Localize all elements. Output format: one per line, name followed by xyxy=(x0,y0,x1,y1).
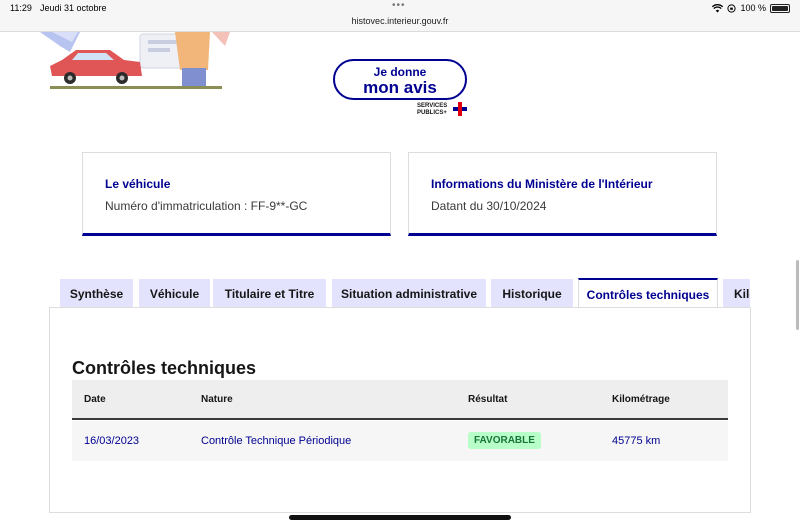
tab-kilometrage[interactable]: Kilométrage xyxy=(723,279,750,308)
rotation-lock-icon xyxy=(727,3,737,13)
logo-line1: SERVICES xyxy=(417,103,448,109)
home-indicator[interactable] xyxy=(289,515,511,520)
tab-vehicule[interactable]: Véhicule xyxy=(139,279,210,308)
vehicle-card: Le véhicule Numéro d'immatriculation : F… xyxy=(82,152,391,236)
table-row: 16/03/2023 Contrôle Technique Périodique… xyxy=(72,421,728,461)
status-indicators: 100 % xyxy=(712,3,790,13)
battery-percent: 100 % xyxy=(740,3,766,13)
ministry-card-title: Informations du Ministère de l'Intérieur xyxy=(431,177,653,191)
status-bar: 11:29 Jeudi 31 octobre ••• histovec.inte… xyxy=(0,0,800,32)
vehicle-card-title: Le véhicule xyxy=(105,177,171,191)
header-resultat: Résultat xyxy=(468,394,508,405)
ministry-date: Datant du 30/10/2024 xyxy=(431,199,547,213)
tab-controles-techniques[interactable]: Contrôles techniques xyxy=(578,278,718,308)
battery-icon xyxy=(770,3,790,13)
wifi-icon xyxy=(712,3,724,12)
feedback-line2: mon avis xyxy=(363,78,437,97)
car-illustration xyxy=(40,32,230,89)
services-publics-cross-icon xyxy=(453,102,467,116)
services-publics-logo: SERVICES PUBLICS+ xyxy=(417,103,447,117)
multitask-dots-icon[interactable]: ••• xyxy=(392,0,406,11)
vehicle-registration: Numéro d'immatriculation : FF-9**-GC xyxy=(105,199,308,213)
tab-titulaire[interactable]: Titulaire et Titre xyxy=(213,279,326,308)
status-date: Jeudi 31 octobre xyxy=(40,3,107,13)
feedback-button[interactable]: Je donne mon avis xyxy=(333,59,467,100)
section-title: Contrôles techniques xyxy=(72,358,257,378)
header-kilometrage: Kilométrage xyxy=(612,394,670,405)
tab-synthese[interactable]: Synthèse xyxy=(60,279,133,308)
table-header: Date Nature Résultat Kilométrage xyxy=(72,380,728,420)
header-date: Date xyxy=(84,394,106,405)
tab-historique[interactable]: Historique xyxy=(491,279,573,308)
ministry-card: Informations du Ministère de l'Intérieur… xyxy=(408,152,717,236)
logo-line2: PUBLICS+ xyxy=(417,110,447,116)
tab-bar: Synthèse Véhicule Titulaire et Titre Sit… xyxy=(60,278,750,308)
header-nature: Nature xyxy=(201,394,233,405)
result-badge: FAVORABLE xyxy=(468,432,541,449)
scrollbar[interactable] xyxy=(796,260,799,330)
row-nature: Contrôle Technique Périodique xyxy=(201,435,352,447)
row-date: 16/03/2023 xyxy=(84,435,140,447)
tab-situation-administrative[interactable]: Situation administrative xyxy=(332,279,486,308)
row-kilometrage: 45775 km xyxy=(612,435,661,447)
address-bar[interactable]: histovec.interieur.gouv.fr xyxy=(0,16,800,26)
status-time: 11:29 xyxy=(10,3,32,13)
